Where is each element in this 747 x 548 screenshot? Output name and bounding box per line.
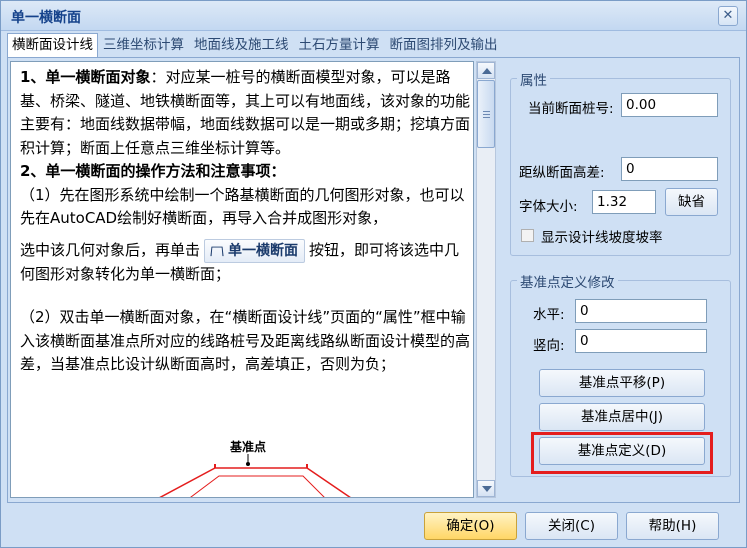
tab-earthwork[interactable]: 土石方量计算 [294,33,385,57]
tab-section-layout-output[interactable]: 断面图排列及输出 [385,33,503,57]
help-p1-title: 1、单一横断面对象 [20,68,151,86]
properties-legend: 属性 [517,69,550,89]
elevation-diff-label: 距纵断面高差: [519,165,605,181]
vertical-input[interactable]: 0 [575,329,707,353]
show-slope-label: 显示设计线坡度坡率 [541,230,663,246]
vertical-label: 竖向: [533,338,565,354]
default-font-button[interactable]: 缺省 [665,188,718,216]
help-p3: （1）先在图形系统中绘制一个路基横断面的几何图形对象，也可以先在AutoCAD绘… [20,185,465,228]
tab-strip: 横断面设计线 三维坐标计算 地面线及施工线 土石方量计算 断面图排列及输出 [7,33,503,58]
station-label: 当前断面桩号: [528,101,614,117]
cross-section-diagram: 基准点 [119,436,377,497]
datum-legend: 基准点定义修改 [517,271,618,291]
ok-button[interactable]: 确定(O) [424,512,517,540]
help-text-area[interactable]: 1、单一横断面对象：对应某一桩号的横断面模型对象，可以是路基、桥梁、隧道、地铁横… [10,61,474,498]
scroll-thumb[interactable] [477,80,495,148]
title-bar[interactable]: 单一横断面 ✕ [1,1,746,31]
station-input[interactable]: 0.00 [621,93,718,117]
highlight-box [531,432,713,474]
tab-3d-coordinate[interactable]: 三维坐标计算 [98,33,189,57]
help-text: 1、单一横断面对象：对应某一桩号的横断面模型对象，可以是路基、桥梁、隧道、地铁横… [20,66,472,377]
help-p2-title: 2、单一横断面的操作方法和注意事项： [20,162,286,180]
close-icon: ✕ [722,8,734,23]
horizontal-input[interactable]: 0 [575,299,707,323]
help-scrollbar[interactable] [476,61,496,498]
inline-single-section-button: 单一横断面 [204,238,306,263]
tab-ground-construction-line[interactable]: 地面线及施工线 [189,33,294,57]
arrow-up-icon [482,68,492,74]
show-slope-checkbox[interactable] [521,229,534,242]
close-button[interactable]: 关闭(C) [525,512,618,540]
font-size-label: 字体大小: [519,199,578,215]
scroll-up-button[interactable] [477,62,495,79]
help-p5: （2）双击单一横断面对象，在“横断面设计线”页面的“属性”框中输入该横断面基准点… [20,308,471,373]
scroll-down-button[interactable] [477,480,495,497]
window-title: 单一横断面 [11,10,81,26]
tab-cross-section-design-line[interactable]: 横断面设计线 [7,33,98,58]
section-icon [210,246,224,256]
elevation-diff-input[interactable]: 0 [621,157,718,181]
diagram-datum-label: 基准点 [229,439,266,454]
help-p4-before: 选中该几何对象后，再单击 [20,240,201,259]
datum-center-button[interactable]: 基准点居中(J) [539,403,705,431]
horizontal-label: 水平: [533,307,565,323]
inline-button-label: 单一横断面 [228,242,299,259]
font-size-input[interactable]: 1.32 [592,190,656,214]
datum-move-button[interactable]: 基准点平移(P) [539,369,705,397]
close-window-button[interactable]: ✕ [718,6,738,26]
help-button[interactable]: 帮助(H) [626,512,719,540]
dialog-window: 单一横断面 ✕ 横断面设计线 三维坐标计算 地面线及施工线 土石方量计算 断面图… [0,0,747,548]
arrow-down-icon [482,486,492,492]
